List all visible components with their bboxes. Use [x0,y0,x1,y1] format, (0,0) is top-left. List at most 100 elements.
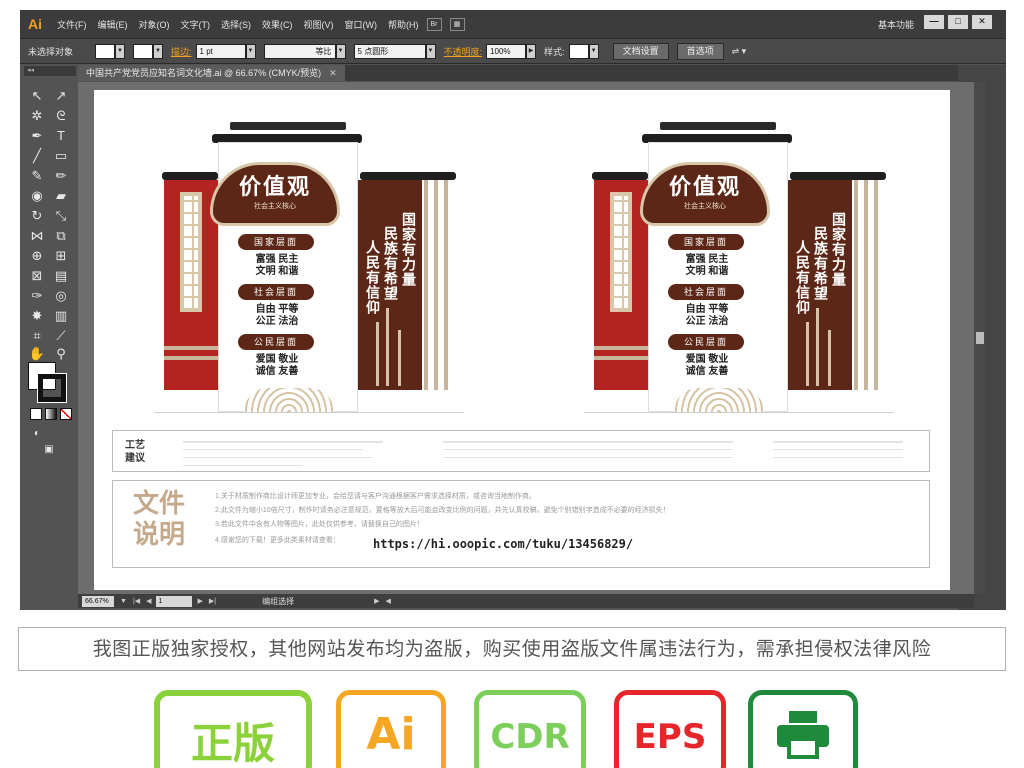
level-pill: 社会层面 [238,284,314,300]
opacity-label[interactable]: 不透明度: [444,45,483,58]
zoom-dropdown-icon[interactable]: ▼ [120,598,127,605]
horizontal-scroll-left-icon[interactable]: ◀ [386,597,391,605]
scrollbar-thumb[interactable] [976,332,984,344]
mesh-tool-icon[interactable]: ⊠ [26,266,48,286]
close-tab-icon[interactable]: ✕ [329,68,337,78]
stroke-weight-field[interactable]: 1 pt [195,43,246,59]
genuine-badge: 正版 [154,690,312,768]
stroke-dropdown-icon[interactable]: ▼ [153,43,164,59]
column-graph-tool-icon[interactable]: ▥ [50,306,72,326]
stroke-profile-dropdown-icon[interactable]: ▼ [335,43,346,59]
zoom-tool-icon[interactable]: ⚲ [50,344,72,364]
stroke-label[interactable]: 描边: [171,45,192,58]
stroke-profile-field[interactable]: 等比 [263,43,336,59]
menu-file[interactable]: 文件(F) [57,18,87,31]
pencil-tool-icon[interactable]: ✏ [50,166,72,186]
rectangle-tool-icon[interactable]: ▭ [50,146,72,166]
eyedropper-tool-icon[interactable]: ✑ [26,286,48,306]
workspace-switcher[interactable]: 基本功能 [878,18,914,31]
artboard-number-field[interactable]: 1 [155,595,192,607]
level-words: 富强 民主 文明 和谐 [685,254,729,277]
menu-view[interactable]: 视图(V) [304,18,334,31]
minimize-button[interactable]: — [924,15,944,29]
toolbox-collapse-icon[interactable]: ◂◂ [24,66,76,76]
stroke-color-swatch[interactable] [133,43,154,59]
download-url[interactable]: https://hi.ooopic.com/tuku/13456829/ [373,537,633,551]
document-tab-title: 中国共产党党员应知名词文化墙.ai @ 66.67% (CMYK/预览) [86,68,322,78]
direct-selection-tool-icon[interactable]: ↗ [50,86,72,106]
control-bar: 未选择对象 ▼ ▼ 描边: 1 pt ▼ 等比 ▼ 5 点圆形 ▼ 不透明度: … [20,38,1006,64]
close-button[interactable]: ✕ [972,15,992,29]
type-tool-icon[interactable]: T [50,126,72,146]
magic-wand-tool-icon[interactable]: ✲ [26,106,48,126]
genuine-badge-label: 正版 [190,719,275,768]
free-transform-tool-icon[interactable]: ⧉ [50,226,72,246]
blob-brush-tool-icon[interactable]: ◉ [26,186,48,206]
menu-object[interactable]: 对象(O) [139,18,170,31]
arrange-documents-icon[interactable]: ▦ [449,17,465,31]
style-dropdown-icon[interactable]: ▼ [588,43,599,59]
menu-select[interactable]: 选择(S) [221,18,251,31]
color-mode-icon[interactable] [30,408,42,420]
menu-window[interactable]: 窗口(W) [345,18,378,31]
roof-top [230,122,346,130]
spec-text-line [183,465,303,466]
first-artboard-icon[interactable]: |◀ [133,597,140,605]
symbol-sprayer-tool-icon[interactable]: ✸ [26,306,48,326]
fill-dropdown-icon[interactable]: ▼ [115,43,126,59]
bridge-button[interactable]: Br [426,17,442,31]
style-swatch[interactable] [568,43,589,59]
gradient-tool-icon[interactable]: ▤ [50,266,72,286]
fill-color-swatch[interactable] [95,43,116,59]
stroke-weight-dropdown-icon[interactable]: ▼ [245,43,256,59]
document-tab[interactable]: 中国共产党党员应知名词文化墙.ai @ 66.67% (CMYK/预览) ✕ [78,65,345,81]
stroke-swatch[interactable] [37,373,67,403]
menu-help[interactable]: 帮助(H) [388,18,419,31]
blend-tool-icon[interactable]: ◎ [50,286,72,306]
perspective-grid-tool-icon[interactable]: ⊞ [50,246,72,266]
rotate-tool-icon[interactable]: ↻ [26,206,48,226]
shape-builder-tool-icon[interactable]: ⊕ [26,246,48,266]
brush-field[interactable]: 5 点圆形 [353,43,426,59]
zoom-field[interactable]: 66.67% [82,595,114,607]
lasso-tool-icon[interactable]: ᘓ [50,106,72,126]
canvas-area[interactable]: 价值观 社会主义核心 国家层面 富强 民主 文明 和谐 社会层面 自由 平等 公正 … [78,82,974,594]
tools-panel: ↖ ↗ ✲ ᘓ ✒ T ╱ ▭ ✎ ✏ ◉ ▰ ↻ ⤡ ⋈ ⧉ ⊕ ⊞ ⊠ ▤ … [24,82,76,462]
spec-text-line [443,457,733,458]
slice-tool-icon[interactable]: ⟋ [50,326,72,346]
status-bar: 66.67% ▼ |◀ ◀ 1 ▶ ▶| 编组选择 ▶ ◀ [78,594,974,608]
next-artboard-icon[interactable]: ▶ [198,597,203,605]
preferences-button[interactable]: 首选项 [676,42,724,60]
menu-effect[interactable]: 效果(C) [262,18,293,31]
gradient-mode-icon[interactable] [45,408,57,420]
scale-tool-icon[interactable]: ⤡ [50,206,72,226]
selection-tool-icon[interactable]: ↖ [26,86,48,106]
paintbrush-tool-icon[interactable]: ✎ [26,166,48,186]
app-logo: Ai [28,16,42,32]
pen-tool-icon[interactable]: ✒ [26,126,48,146]
menu-type[interactable]: 文字(T) [181,18,211,31]
prev-artboard-icon[interactable]: ◀ [146,597,151,605]
level-pill: 公民层面 [668,334,744,350]
beige-stripe [594,356,648,360]
bamboo-stalk [376,322,379,386]
document-tab-bar: 中国共产党党员应知名词文化墙.ai @ 66.67% (CMYK/预览) ✕ [78,65,974,81]
menu-edit[interactable]: 编辑(E) [98,18,128,31]
eraser-tool-icon[interactable]: ▰ [50,186,72,206]
screen-mode-icon[interactable]: ▣ [38,440,60,460]
bamboo-stalk [398,330,401,386]
none-mode-icon[interactable] [60,408,72,420]
width-tool-icon[interactable]: ⋈ [26,226,48,246]
brush-dropdown-icon[interactable]: ▼ [425,43,436,59]
line-tool-icon[interactable]: ╱ [26,146,48,166]
maximize-button[interactable]: □ [948,15,968,29]
opacity-field[interactable]: 100% [486,43,527,59]
document-settings-button[interactable]: 文档设置 [612,42,669,60]
last-artboard-icon[interactable]: ▶| [209,597,216,605]
hand-tool-icon[interactable]: ✋ [26,344,48,364]
opacity-dropdown-icon[interactable]: ▶ [526,43,537,59]
artboard-tool-icon[interactable]: ⌗ [26,326,48,346]
status-menu-icon[interactable]: ▶ [374,597,379,605]
vertical-scrollbar[interactable] [974,82,986,594]
panel-menu-icon[interactable]: ⇌ ▾ [732,46,747,57]
